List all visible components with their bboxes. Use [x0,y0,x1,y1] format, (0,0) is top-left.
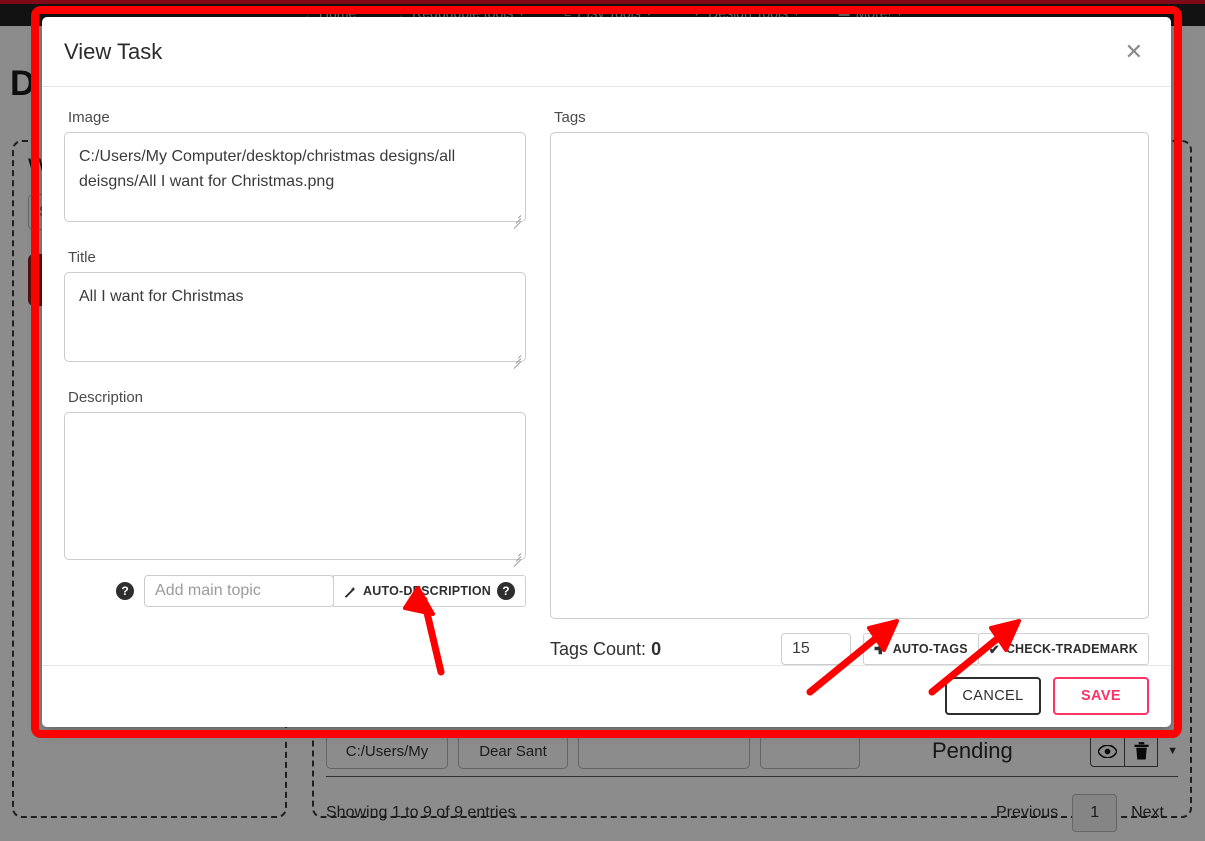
page-root: ☂ Home ☂ Redbubble tools ▾ E Etsy Tools … [0,0,1205,841]
modal-highlight-annotation [31,6,1182,738]
